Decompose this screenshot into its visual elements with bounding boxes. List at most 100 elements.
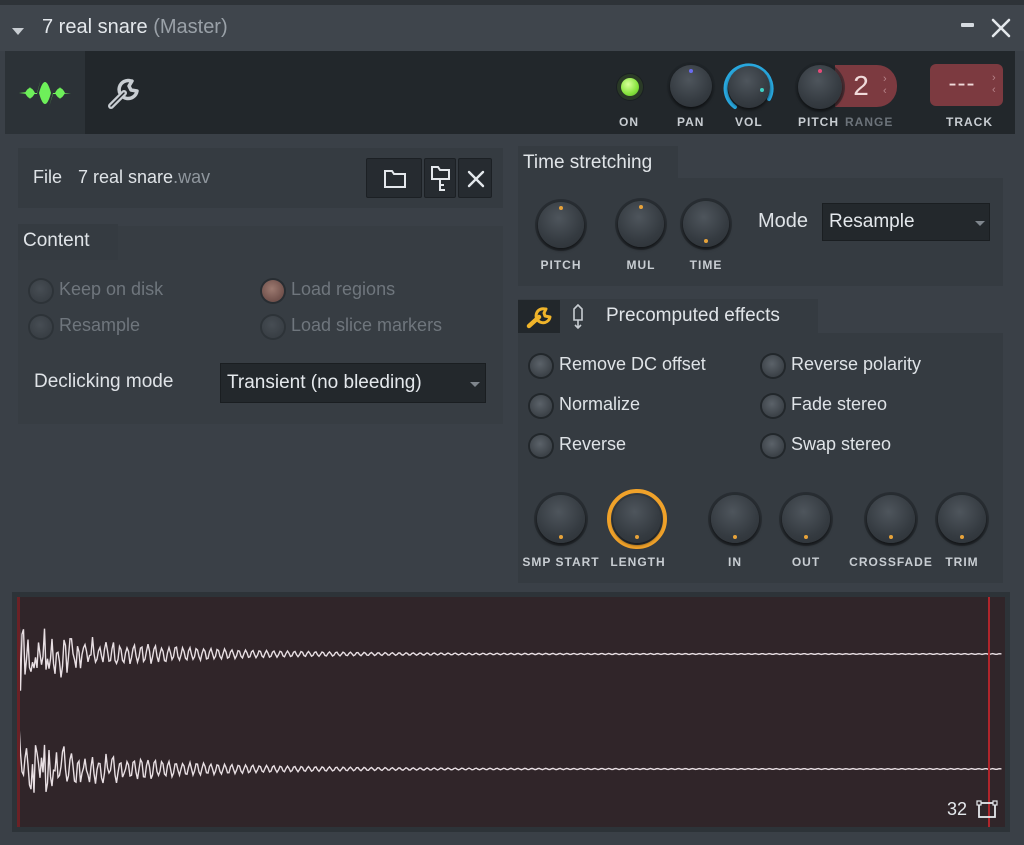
file-name: 7 real snare.wav — [78, 167, 210, 188]
fade-stereo-label: Fade stereo — [791, 394, 888, 414]
show-in-browser-button[interactable] — [424, 158, 456, 198]
keep-on-disk-label: Keep on disk — [59, 279, 164, 299]
minimize-icon[interactable] — [961, 23, 974, 27]
file-panel: File 7 real snare.wav — [18, 148, 503, 208]
tab-sample-settings[interactable] — [5, 51, 85, 134]
out-label: OUT — [791, 555, 821, 569]
collapse-arrow-icon[interactable] — [12, 28, 24, 35]
file-basename: 7 real snare — [78, 167, 174, 187]
range-step-arrows-icon[interactable]: › ‹ — [883, 73, 887, 97]
ts-mul-knob[interactable] — [618, 201, 664, 247]
mixer-track-box[interactable]: --- › ‹ — [930, 64, 1003, 106]
declicking-mode-dropdown[interactable]: Transient (no bleeding) — [220, 363, 486, 403]
time-stretch-mode-dropdown[interactable]: Resample — [822, 203, 990, 241]
declicking-mode-label: Declicking mode — [34, 371, 174, 392]
channel-on-led[interactable] — [617, 74, 643, 100]
ts-mul-indicator — [639, 205, 643, 209]
precomputed-edit-button[interactable] — [518, 300, 560, 333]
normalize-radio[interactable] — [530, 395, 552, 417]
close-icon[interactable] — [990, 17, 1012, 39]
smp-start-label: SMP START — [522, 555, 600, 569]
swap-stereo-label: Swap stereo — [791, 434, 892, 454]
pitch-label: PITCH — [798, 115, 839, 129]
vol-knob[interactable] — [728, 66, 770, 108]
pan-label: PAN — [677, 115, 705, 129]
ts-pitch-label: PITCH — [540, 258, 582, 272]
length-label: LENGTH — [610, 555, 666, 569]
pitch-knob[interactable] — [798, 65, 842, 109]
track-step-arrows-icon[interactable]: › ‹ — [992, 72, 996, 96]
smp-start-indicator — [559, 535, 563, 539]
clear-file-button[interactable] — [458, 158, 492, 198]
waveform-graphic — [18, 609, 1002, 793]
pan-knob[interactable] — [670, 65, 712, 107]
precomputed-effects-title: Precomputed effects — [606, 305, 780, 326]
keep-on-disk-radio[interactable] — [30, 280, 52, 302]
browse-file-button[interactable] — [366, 158, 422, 198]
channel-toolbar: ON PAN VOL 2 › ‹ PITCH RANGE --- › ‹ TRACK — [5, 51, 1015, 134]
folder-icon — [384, 170, 406, 188]
chevron-down-icon — [975, 221, 985, 226]
load-regions-radio[interactable] — [262, 280, 284, 302]
reverse-polarity-radio[interactable] — [762, 355, 784, 377]
track-label: TRACK — [946, 115, 993, 129]
trim-knob[interactable] — [938, 495, 986, 543]
resample-label: Resample — [59, 315, 141, 335]
on-label: ON — [619, 115, 639, 129]
waveform-zoom-value: 32 — [947, 799, 968, 819]
file-label: File — [33, 167, 63, 187]
tab-envelope-wrench-icon[interactable] — [105, 75, 143, 113]
crossfade-knob[interactable] — [867, 495, 915, 543]
resample-radio[interactable] — [30, 316, 52, 338]
waveform-end-marker[interactable] — [988, 597, 990, 827]
reverse-radio[interactable] — [530, 435, 552, 457]
ts-time-indicator — [704, 239, 708, 243]
length-indicator — [635, 535, 639, 539]
load-regions-label: Load regions — [291, 279, 396, 299]
waveform-icon — [19, 79, 71, 107]
in-knob[interactable] — [711, 495, 759, 543]
resize-icon[interactable] — [976, 800, 998, 820]
vol-label: VOL — [735, 115, 763, 129]
folder-tree-icon — [431, 166, 450, 191]
window-title: 7 real snare (Master) — [42, 16, 228, 39]
wrench-icon — [526, 307, 552, 329]
title-bar: 7 real snare (Master) — [0, 5, 1024, 51]
in-label: IN — [728, 555, 742, 569]
pan-indicator — [689, 69, 693, 73]
range-label: RANGE — [845, 115, 894, 129]
remove-dc-offset-radio[interactable] — [530, 355, 552, 377]
mode-label: Mode — [758, 210, 809, 232]
ts-time-label: TIME — [689, 258, 723, 272]
smp-start-knob[interactable] — [537, 495, 585, 543]
load-slice-markers-radio[interactable] — [262, 316, 284, 338]
channel-name: 7 real snare — [42, 16, 148, 38]
swap-stereo-radio[interactable] — [762, 435, 784, 457]
waveform-display[interactable] — [17, 597, 1005, 827]
ts-mul-label: MUL — [626, 258, 656, 272]
content-title: Content — [23, 230, 90, 251]
mixer-target: (Master) — [153, 16, 228, 38]
ts-time-knob[interactable] — [683, 201, 729, 247]
reverse-label: Reverse — [559, 434, 627, 454]
out-knob[interactable] — [782, 495, 830, 543]
length-knob[interactable] — [613, 495, 661, 543]
time-stretching-title: Time stretching — [523, 152, 653, 173]
crossfade-indicator — [889, 535, 893, 539]
pin-icon[interactable] — [570, 304, 586, 330]
fade-stereo-radio[interactable] — [762, 395, 784, 417]
reverse-polarity-label: Reverse polarity — [791, 354, 922, 374]
ts-pitch-knob[interactable] — [538, 202, 584, 248]
range-value: 2 — [853, 70, 869, 101]
pitch-range-box[interactable]: 2 › ‹ — [835, 65, 897, 107]
chevron-down-icon — [470, 382, 480, 387]
trim-indicator — [960, 535, 964, 539]
normalize-label: Normalize — [559, 394, 641, 414]
out-indicator — [804, 535, 808, 539]
time-stretch-mode-value: Resample — [829, 211, 915, 232]
waveform-channel-1 — [18, 609, 1002, 691]
in-indicator — [733, 535, 737, 539]
waveform-start-marker — [17, 597, 20, 827]
vol-indicator — [760, 88, 764, 92]
trim-label: TRIM — [945, 555, 979, 569]
